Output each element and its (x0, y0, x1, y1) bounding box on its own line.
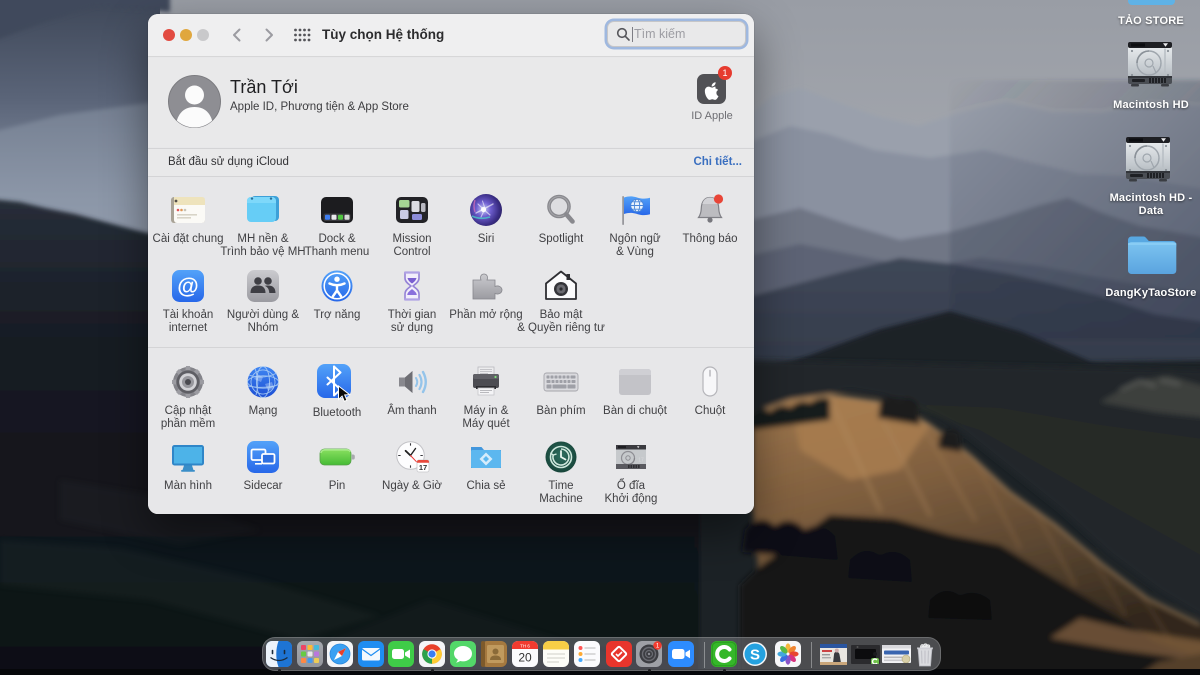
svg-text:20: 20 (518, 651, 532, 665)
svg-text:17: 17 (638, 458, 644, 464)
svg-text:TH 6: TH 6 (520, 644, 530, 649)
svg-text:17: 17 (419, 463, 427, 472)
svg-text:S: S (749, 647, 759, 664)
svg-text:@: @ (177, 274, 198, 299)
